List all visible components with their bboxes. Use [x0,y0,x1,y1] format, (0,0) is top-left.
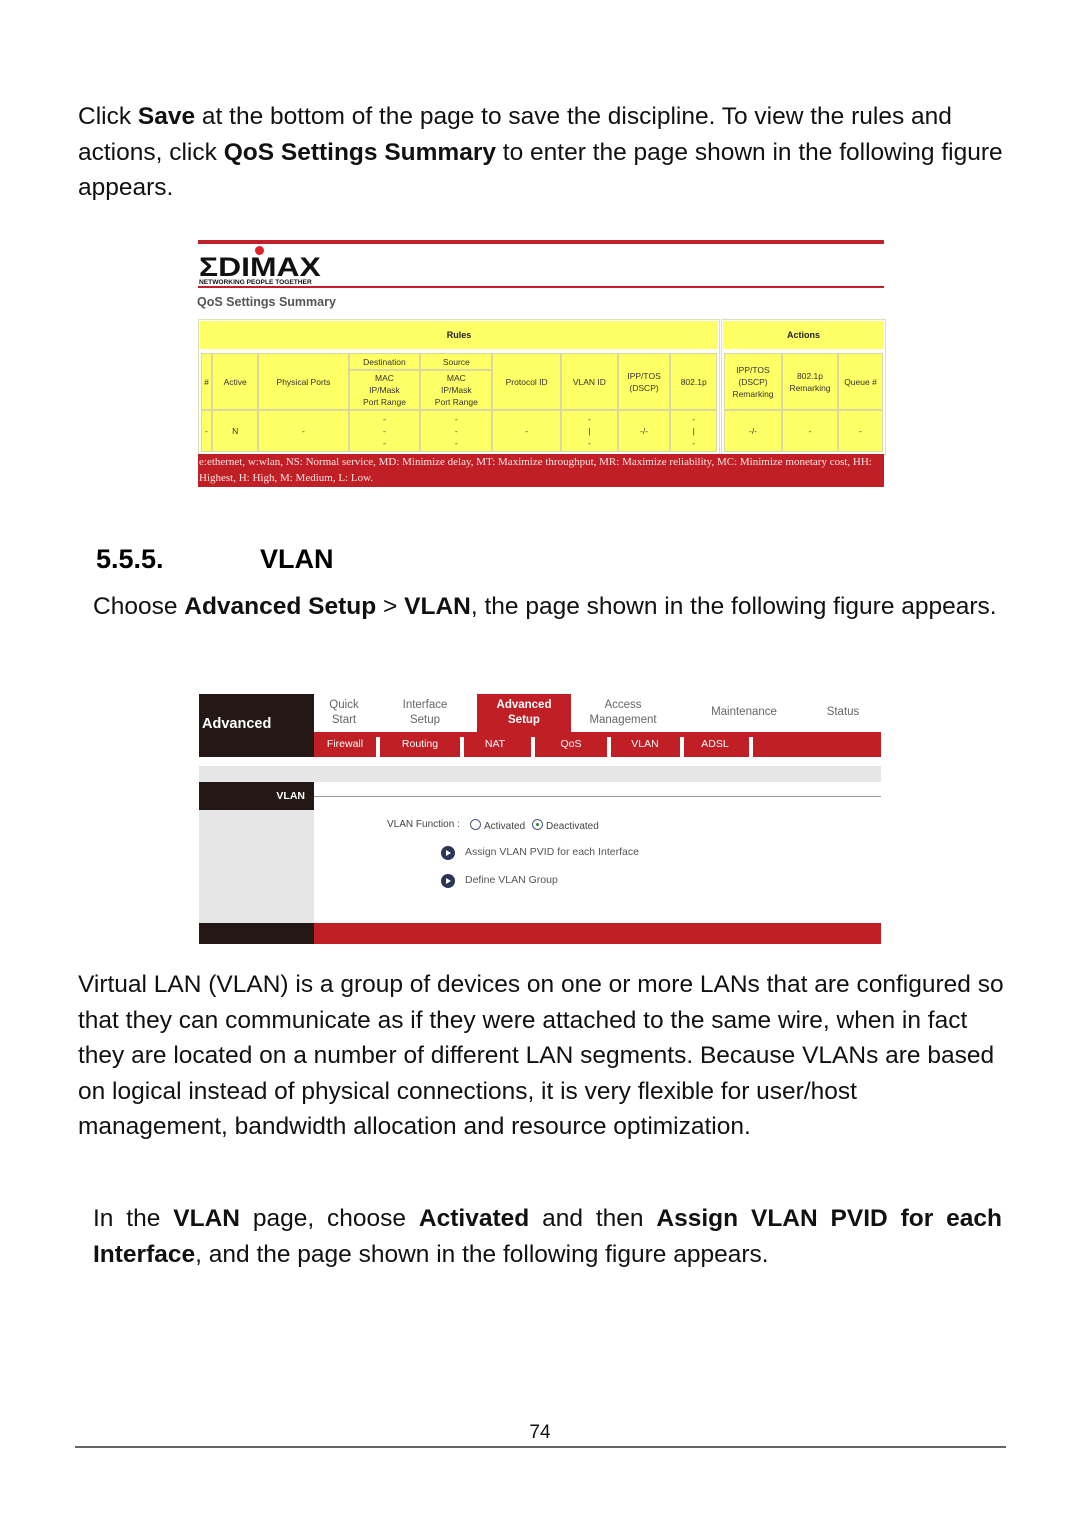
tab-status[interactable]: Status [808,694,878,732]
col-source: Source [420,353,493,370]
logo-rule [198,286,884,288]
footer-red-bar [314,923,881,944]
assign-vlan-pvid-link[interactable]: Assign VLAN PVID for each Interface [465,846,639,858]
radio-activated[interactable] [470,819,481,830]
subnav-vlan[interactable]: VLAN [611,732,679,757]
qos-summary-figure: ΣDIMAX NETWORKING PEOPLE TOGETHER QoS Se… [197,240,886,487]
table-row: - N - - - - - - - - - | - -/- - | - [201,410,717,452]
intro-paragraph: Click Save at the bottom of the page to … [78,103,1003,201]
col-protocol-id: Protocol ID [492,353,562,410]
actions-table: IPP/TOS (DSCP) Remarking 802.1p Remarkin… [724,353,883,452]
define-vlan-group-link[interactable]: Define VLAN Group [465,874,558,886]
logo-tagline: NETWORKING PEOPLE TOGETHER [199,279,312,286]
col-vlan-id: VLAN ID [561,353,618,410]
table-row: -/- - - [724,410,883,452]
tab-advanced-setup[interactable]: Advanced Setup [477,694,571,732]
col-dest-sub: MAC IP/Mask Port Range [348,370,421,410]
sub-navigation: Firewall Routing NAT QoS VLAN ADSL [314,732,881,757]
footer-dark-block [199,923,314,944]
instruction-paragraph: In the VLAN page, choose Activated and t… [93,1205,1003,1268]
col-ipp-tos-remarking: IPP/TOS (DSCP) Remarking [724,353,782,410]
vlan-function-label: VLAN Function : [387,819,460,830]
col-active: Active [211,353,259,410]
subnav-separator [749,737,753,757]
arrow-circle-icon [441,874,455,888]
page-number: 74 [529,1422,551,1443]
choose-paragraph: Choose Advanced Setup > VLAN, the page s… [93,593,997,620]
col-num: # [201,353,212,410]
radio-activated-label[interactable]: Activated [484,821,525,832]
qos-summary-emphasis: QoS Settings Summary [223,138,496,166]
rules-panel: Rules # Active Physical Ports Destinatio… [198,319,720,455]
qos-page-title: QoS Settings Summary [197,295,336,309]
logo-dot [255,246,264,255]
section-brand-label: Advanced [199,694,314,757]
tab-interface-setup[interactable]: Interface Setup [386,694,464,732]
col-src-sub: MAC IP/Mask Port Range [420,370,493,410]
section-number: 5.5.5. [96,544,164,574]
radio-deactivated-label[interactable]: Deactivated [546,821,599,832]
vlan-page-figure: Advanced Quick Start Interface Setup Adv… [199,694,881,944]
sidebar-header: VLAN [199,782,314,810]
main-tabs: Quick Start Interface Setup Advanced Set… [314,694,881,732]
subnav-adsl[interactable]: ADSL [684,732,746,757]
tab-access-management[interactable]: Access Management [576,694,670,732]
rules-header: Rules [200,321,718,349]
radio-deactivated[interactable] [532,819,543,830]
footer-rule [75,1446,1006,1448]
section-title: VLAN [260,544,334,574]
save-emphasis: Save [137,103,196,130]
edimax-logo: ΣDIMAX NETWORKING PEOPLE TOGETHER [199,246,339,288]
header-rule [198,240,884,244]
abbreviation-legend: e:ethernet, w:wlan, NS: Normal service, … [198,454,884,487]
tab-maintenance[interactable]: Maintenance [692,694,796,732]
content-divider [314,796,881,797]
col-8021p: 802.1p [670,353,717,410]
col-queue: Queue # [838,353,883,410]
actions-panel: Actions IPP/TOS (DSCP) Remarking 802.1p … [721,319,886,455]
col-destination: Destination [348,353,421,370]
subnav-qos[interactable]: QoS [535,732,607,757]
sidebar-body [199,810,314,923]
col-physical-ports: Physical Ports [258,353,349,410]
actions-header: Actions [723,321,884,349]
subnav-nat[interactable]: NAT [464,732,526,757]
tab-quick-start[interactable]: Quick Start [314,694,374,732]
rules-table: # Active Physical Ports Destination Sour… [201,353,717,452]
col-ipp-tos: IPP/TOS (DSCP) [617,353,671,410]
arrow-circle-icon [441,846,455,860]
subnav-firewall[interactable]: Firewall [314,732,376,757]
content-top-bar [199,766,881,782]
subnav-routing[interactable]: Routing [380,732,460,757]
logo-wordmark: ΣDIMAX [199,252,321,282]
vlan-description-paragraph: Virtual LAN (VLAN) is a group of devices… [78,971,1004,1140]
col-8021p-remarking: 802.1p Remarking [782,353,838,410]
